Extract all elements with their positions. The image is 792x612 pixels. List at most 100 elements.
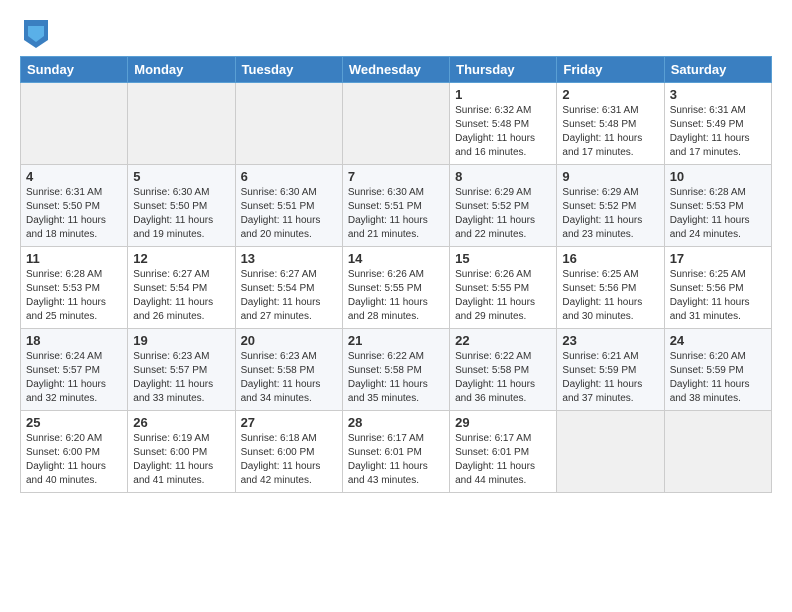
weekday-header-tuesday: Tuesday [235, 57, 342, 83]
day-info: Sunrise: 6:17 AM Sunset: 6:01 PM Dayligh… [348, 432, 444, 488]
day-info: Sunrise: 6:26 AM Sunset: 5:55 PM Dayligh… [348, 268, 444, 324]
day-number: 13 [241, 251, 337, 266]
weekday-header-friday: Friday [557, 57, 664, 83]
calendar-cell: 16 Sunrise: 6:25 AM Sunset: 5:56 PM Dayli… [557, 247, 664, 329]
calendar-cell [235, 83, 342, 165]
day-number: 11 [26, 251, 122, 266]
weekday-header-saturday: Saturday [664, 57, 771, 83]
day-info: Sunrise: 6:29 AM Sunset: 5:52 PM Dayligh… [562, 186, 658, 242]
day-number: 24 [670, 333, 766, 348]
calendar-cell: 13 Sunrise: 6:27 AM Sunset: 5:54 PM Dayli… [235, 247, 342, 329]
day-number: 22 [455, 333, 551, 348]
day-number: 3 [670, 87, 766, 102]
header [20, 16, 772, 48]
calendar-cell: 20Sunrise: 6:23 AM Sunset: 5:58 PM Dayli… [235, 329, 342, 411]
calendar-cell: 10 Sunrise: 6:28 AM Sunset: 5:53 PM Dayli… [664, 165, 771, 247]
week-row-0: 1 Sunrise: 6:32 AM Sunset: 5:48 PM Daylig… [21, 83, 772, 165]
calendar-cell: 7 Sunrise: 6:30 AM Sunset: 5:51 PM Daylig… [342, 165, 449, 247]
calendar-cell: 29 Sunrise: 6:17 AM Sunset: 6:01 PM Dayli… [450, 411, 557, 493]
weekday-header-sunday: Sunday [21, 57, 128, 83]
calendar-cell: 28 Sunrise: 6:17 AM Sunset: 6:01 PM Dayli… [342, 411, 449, 493]
day-number: 1 [455, 87, 551, 102]
day-info: Sunrise: 6:19 AM Sunset: 6:00 PM Dayligh… [133, 432, 229, 488]
day-number: 2 [562, 87, 658, 102]
day-info: Sunrise: 6:22 AM Sunset: 5:58 PM Dayligh… [348, 350, 444, 406]
day-number: 17 [670, 251, 766, 266]
day-info: Sunrise: 6:27 AM Sunset: 5:54 PM Dayligh… [241, 268, 337, 324]
day-number: 16 [562, 251, 658, 266]
day-info: Sunrise: 6:22 AM Sunset: 5:58 PM Dayligh… [455, 350, 551, 406]
day-info: Sunrise: 6:23 AM Sunset: 5:57 PM Dayligh… [133, 350, 229, 406]
calendar-cell: 5 Sunrise: 6:30 AM Sunset: 5:50 PM Daylig… [128, 165, 235, 247]
calendar-cell [664, 411, 771, 493]
day-info: Sunrise: 6:28 AM Sunset: 5:53 PM Dayligh… [26, 268, 122, 324]
weekday-header-row: SundayMondayTuesdayWednesdayThursdayFrid… [21, 57, 772, 83]
day-info: Sunrise: 6:18 AM Sunset: 6:00 PM Dayligh… [241, 432, 337, 488]
day-number: 21 [348, 333, 444, 348]
calendar-cell: 15 Sunrise: 6:26 AM Sunset: 5:55 PM Dayli… [450, 247, 557, 329]
week-row-2: 11 Sunrise: 6:28 AM Sunset: 5:53 PM Dayli… [21, 247, 772, 329]
calendar-cell: 25 Sunrise: 6:20 AM Sunset: 6:00 PM Dayli… [21, 411, 128, 493]
day-number: 5 [133, 169, 229, 184]
calendar-cell: 19 Sunrise: 6:23 AM Sunset: 5:57 PM Dayli… [128, 329, 235, 411]
calendar-cell: 17Sunrise: 6:25 AM Sunset: 5:56 PM Dayli… [664, 247, 771, 329]
calendar-cell: 26 Sunrise: 6:19 AM Sunset: 6:00 PM Dayli… [128, 411, 235, 493]
day-number: 6 [241, 169, 337, 184]
calendar-cell: 24Sunrise: 6:20 AM Sunset: 5:59 PM Dayli… [664, 329, 771, 411]
day-info: Sunrise: 6:25 AM Sunset: 5:56 PM Dayligh… [562, 268, 658, 324]
week-row-3: 18 Sunrise: 6:24 AM Sunset: 5:57 PM Dayli… [21, 329, 772, 411]
calendar-cell: 9 Sunrise: 6:29 AM Sunset: 5:52 PM Daylig… [557, 165, 664, 247]
day-info: Sunrise: 6:32 AM Sunset: 5:48 PM Dayligh… [455, 104, 551, 160]
calendar-cell [342, 83, 449, 165]
day-number: 8 [455, 169, 551, 184]
logo-icon [24, 20, 48, 48]
day-number: 23 [562, 333, 658, 348]
day-info: Sunrise: 6:26 AM Sunset: 5:55 PM Dayligh… [455, 268, 551, 324]
day-number: 25 [26, 415, 122, 430]
week-row-1: 4 Sunrise: 6:31 AM Sunset: 5:50 PM Daylig… [21, 165, 772, 247]
calendar-cell: 4 Sunrise: 6:31 AM Sunset: 5:50 PM Daylig… [21, 165, 128, 247]
day-number: 14 [348, 251, 444, 266]
day-info: Sunrise: 6:28 AM Sunset: 5:53 PM Dayligh… [670, 186, 766, 242]
calendar-cell [21, 83, 128, 165]
day-number: 26 [133, 415, 229, 430]
day-number: 15 [455, 251, 551, 266]
calendar-cell: 12 Sunrise: 6:27 AM Sunset: 5:54 PM Dayli… [128, 247, 235, 329]
day-number: 19 [133, 333, 229, 348]
day-number: 4 [26, 169, 122, 184]
day-number: 18 [26, 333, 122, 348]
day-info: Sunrise: 6:29 AM Sunset: 5:52 PM Dayligh… [455, 186, 551, 242]
calendar-cell: 21 Sunrise: 6:22 AM Sunset: 5:58 PM Dayli… [342, 329, 449, 411]
day-number: 7 [348, 169, 444, 184]
calendar-cell: 8 Sunrise: 6:29 AM Sunset: 5:52 PM Daylig… [450, 165, 557, 247]
weekday-header-wednesday: Wednesday [342, 57, 449, 83]
day-number: 12 [133, 251, 229, 266]
calendar-cell: 6 Sunrise: 6:30 AM Sunset: 5:51 PM Daylig… [235, 165, 342, 247]
weekday-header-monday: Monday [128, 57, 235, 83]
calendar-cell: 1 Sunrise: 6:32 AM Sunset: 5:48 PM Daylig… [450, 83, 557, 165]
day-info: Sunrise: 6:24 AM Sunset: 5:57 PM Dayligh… [26, 350, 122, 406]
calendar-cell [557, 411, 664, 493]
calendar-cell: 27Sunrise: 6:18 AM Sunset: 6:00 PM Dayli… [235, 411, 342, 493]
calendar-table: SundayMondayTuesdayWednesdayThursdayFrid… [20, 56, 772, 493]
day-number: 10 [670, 169, 766, 184]
calendar-cell: 2 Sunrise: 6:31 AM Sunset: 5:48 PM Daylig… [557, 83, 664, 165]
day-number: 9 [562, 169, 658, 184]
calendar-cell: 3 Sunrise: 6:31 AM Sunset: 5:49 PM Daylig… [664, 83, 771, 165]
calendar-cell: 18 Sunrise: 6:24 AM Sunset: 5:57 PM Dayli… [21, 329, 128, 411]
day-number: 29 [455, 415, 551, 430]
day-info: Sunrise: 6:30 AM Sunset: 5:51 PM Dayligh… [348, 186, 444, 242]
day-number: 20 [241, 333, 337, 348]
day-info: Sunrise: 6:27 AM Sunset: 5:54 PM Dayligh… [133, 268, 229, 324]
day-info: Sunrise: 6:30 AM Sunset: 5:51 PM Dayligh… [241, 186, 337, 242]
day-info: Sunrise: 6:31 AM Sunset: 5:50 PM Dayligh… [26, 186, 122, 242]
weekday-header-thursday: Thursday [450, 57, 557, 83]
day-info: Sunrise: 6:17 AM Sunset: 6:01 PM Dayligh… [455, 432, 551, 488]
calendar-cell: 14 Sunrise: 6:26 AM Sunset: 5:55 PM Dayli… [342, 247, 449, 329]
day-info: Sunrise: 6:30 AM Sunset: 5:50 PM Dayligh… [133, 186, 229, 242]
day-info: Sunrise: 6:31 AM Sunset: 5:49 PM Dayligh… [670, 104, 766, 160]
day-info: Sunrise: 6:31 AM Sunset: 5:48 PM Dayligh… [562, 104, 658, 160]
day-info: Sunrise: 6:20 AM Sunset: 6:00 PM Dayligh… [26, 432, 122, 488]
day-number: 28 [348, 415, 444, 430]
day-info: Sunrise: 6:21 AM Sunset: 5:59 PM Dayligh… [562, 350, 658, 406]
